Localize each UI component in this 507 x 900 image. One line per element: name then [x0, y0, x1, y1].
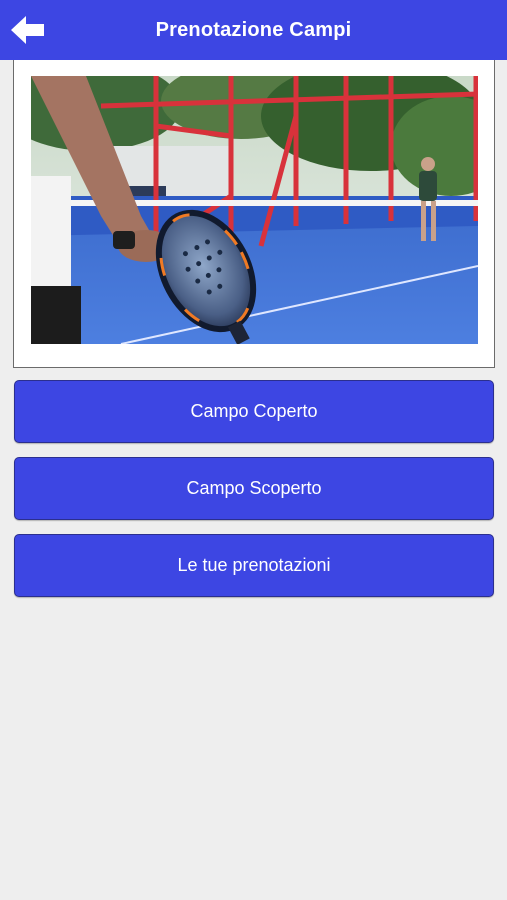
hero-image-card — [13, 60, 495, 368]
app-header: Prenotazione Campi — [0, 0, 507, 60]
padel-court-photo — [31, 76, 478, 344]
back-button[interactable] — [10, 13, 46, 47]
my-bookings-button[interactable]: Le tue prenotazioni — [14, 534, 494, 597]
page-title: Prenotazione Campi — [155, 18, 352, 41]
arrow-left-icon — [11, 16, 44, 44]
covered-court-button[interactable]: Campo Coperto — [14, 380, 494, 443]
outdoor-court-button[interactable]: Campo Scoperto — [14, 457, 494, 520]
